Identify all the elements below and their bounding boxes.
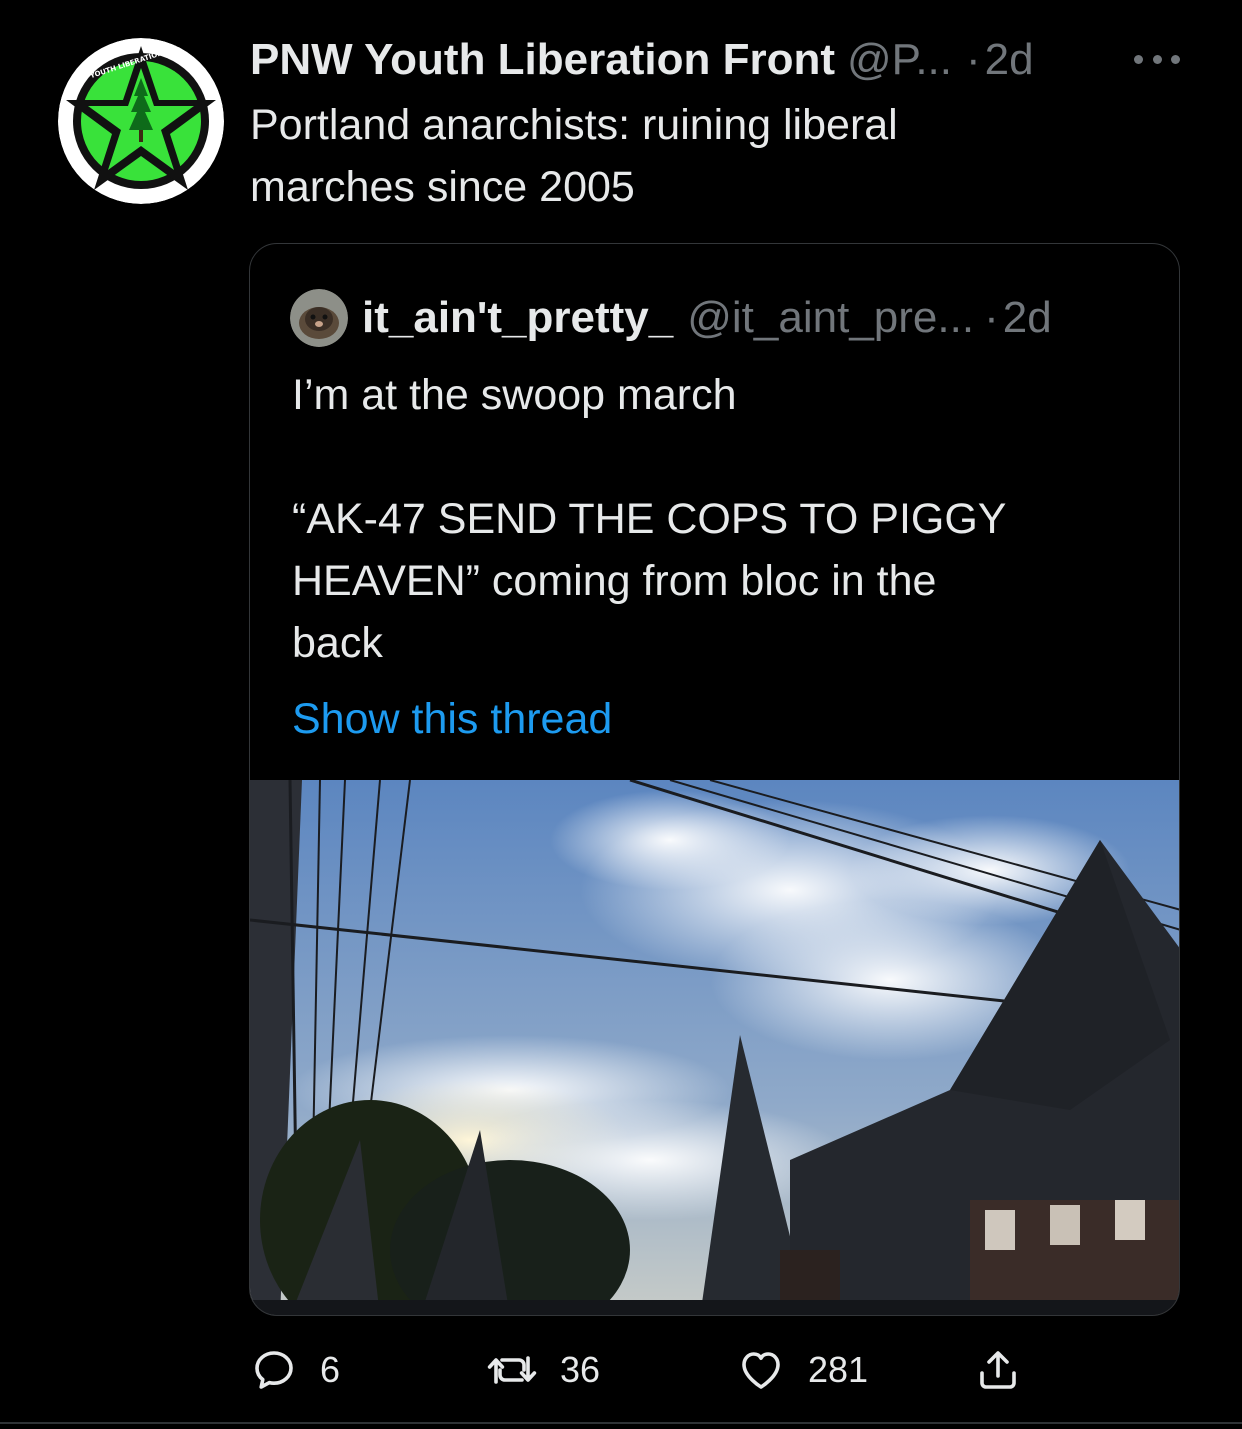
reply-button[interactable]: 6 xyxy=(250,1340,340,1400)
author-handle[interactable]: @P... xyxy=(847,32,952,88)
share-button[interactable] xyxy=(974,1340,1022,1400)
author-display-name[interactable]: PNW Youth Liberation Front xyxy=(250,32,835,88)
author-avatar[interactable]: YOUTH LIBERATION FRONT xyxy=(58,38,224,204)
reply-count: 6 xyxy=(320,1349,341,1390)
quoted-author-handle: @it_aint_pre... xyxy=(687,293,975,342)
retweet-button[interactable]: 36 xyxy=(486,1340,600,1400)
media-photo xyxy=(250,778,1179,1315)
more-icon[interactable] xyxy=(1134,44,1180,74)
tweet-text: Portland anarchists: ruining liberal mar… xyxy=(250,101,898,211)
like-count: 281 xyxy=(808,1349,869,1390)
quoted-tweet[interactable]: it_ain't_pretty_ @it_aint_pre... · 2d I’… xyxy=(249,243,1180,1316)
reply-icon xyxy=(255,1351,293,1389)
divider xyxy=(0,1422,1242,1424)
tweet-header: PNW Youth Liberation Front @P... · 2d xyxy=(250,32,1182,88)
tweet[interactable]: YOUTH LIBERATION FRONT PNW Youth Liberat… xyxy=(0,0,1242,1429)
quoted-tweet-media[interactable] xyxy=(250,778,1179,1315)
quoted-tweet-header: it_ain't_pretty_ @it_aint_pre... · 2d xyxy=(290,288,1139,348)
quoted-author-avatar xyxy=(290,289,348,347)
quoted-tweet-text: I’m at the swoop march “AK-47 SEND THE C… xyxy=(292,371,1007,667)
heart-icon xyxy=(742,1352,780,1389)
retweet-count: 36 xyxy=(560,1349,601,1390)
separator-dot: · xyxy=(966,35,981,84)
like-button[interactable]: 281 xyxy=(736,1340,868,1400)
tweet-actions: 6 36 281 xyxy=(250,1340,1070,1400)
quoted-tweet-timestamp: 2d xyxy=(1002,293,1052,342)
show-thread-link[interactable]: Show this thread xyxy=(292,688,612,750)
share-icon xyxy=(980,1351,1016,1389)
retweet-icon xyxy=(487,1356,537,1384)
tweet-timestamp[interactable]: 2d xyxy=(985,32,1034,88)
separator-dot: · xyxy=(984,293,999,342)
quoted-author-display-name: it_ain't_pretty_ xyxy=(362,293,674,342)
